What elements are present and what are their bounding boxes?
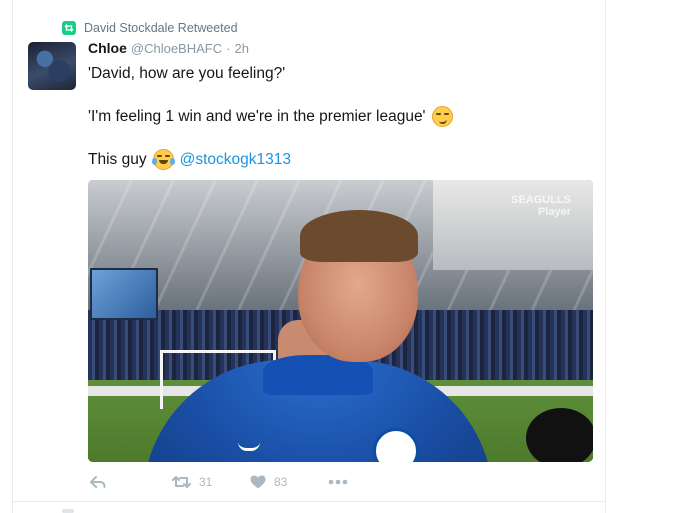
tweet-divider xyxy=(12,501,606,502)
next-tweet-peek xyxy=(62,509,74,513)
retweet-context-label[interactable]: David Stockdale Retweeted xyxy=(84,21,238,35)
author-handle[interactable]: @ChloeBHAFC xyxy=(131,41,222,56)
mention-link[interactable]: @stockogk1313 xyxy=(180,149,291,170)
tweet-media-video[interactable]: SEAGULLS Player xyxy=(88,180,593,462)
tweet-text-line-1: 'David, how are you feeling?' xyxy=(88,65,286,82)
reply-icon xyxy=(90,476,106,488)
video-watermark: SEAGULLS Player xyxy=(511,194,571,218)
watermark-line-2: Player xyxy=(537,206,571,218)
tweet-text-line-2: 'I'm feeling 1 win and we're in the prem… xyxy=(88,106,453,127)
retweet-context: David Stockdale Retweeted xyxy=(62,20,238,36)
author-name[interactable]: Chloe xyxy=(88,40,127,56)
tweet: Chloe @ChloeBHAFC · 2h 'David, how are y… xyxy=(88,40,593,170)
more-button[interactable] xyxy=(328,479,348,485)
more-icon xyxy=(328,479,348,485)
smirk-face-emoji xyxy=(431,106,453,127)
heart-icon xyxy=(250,475,266,489)
player-hair xyxy=(300,210,418,262)
watermark-line-1: SEAGULLS xyxy=(511,194,571,206)
retweet-icon xyxy=(62,21,76,35)
separator-dot: · xyxy=(226,41,231,56)
retweet-button[interactable]: 31 xyxy=(172,475,212,489)
tweet-actions: 31 83 xyxy=(88,472,488,492)
tweet-text-line-3: This guy @stockogk1313 xyxy=(88,149,291,170)
like-button[interactable]: 83 xyxy=(250,475,287,489)
reply-button[interactable] xyxy=(90,475,106,489)
tweet-text-line-3-text: This guy xyxy=(88,151,147,168)
avatar[interactable] xyxy=(28,42,76,90)
retweet-count: 31 xyxy=(199,475,213,489)
tweet-header: Chloe @ChloeBHAFC · 2h xyxy=(88,40,593,58)
big-screen xyxy=(90,268,158,320)
tweet-timestamp[interactable]: 2h xyxy=(234,41,248,56)
tweet-text-line-2-text: 'I'm feeling 1 win and we're in the prem… xyxy=(88,108,426,125)
like-count: 83 xyxy=(274,475,288,489)
retweet-action-icon xyxy=(172,476,191,488)
microphone xyxy=(526,408,593,462)
tears-of-joy-emoji xyxy=(151,149,175,170)
